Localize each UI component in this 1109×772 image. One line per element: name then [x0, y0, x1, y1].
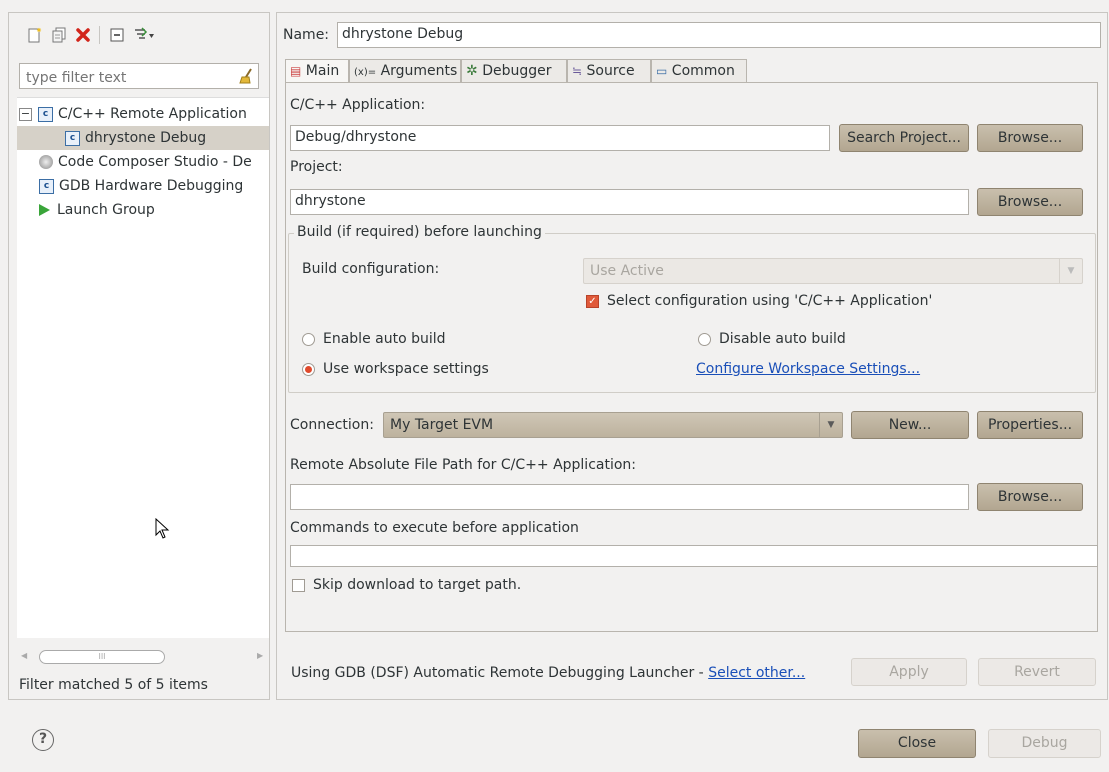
browse-project-button[interactable]: Browse...	[977, 188, 1083, 216]
project-field[interactable]: dhrystone	[290, 189, 969, 215]
tab-label: Common	[671, 63, 735, 79]
ccs-icon	[39, 155, 53, 169]
app-label: C/C++ Application:	[290, 97, 426, 113]
scroll-right-icon[interactable]: ▶	[257, 651, 263, 660]
toolbar-separator	[99, 26, 100, 44]
use-workspace-radio-row[interactable]: Use workspace settings	[302, 361, 489, 377]
build-config-select: Use Active ▼	[583, 258, 1083, 284]
tab-label: Debugger	[482, 63, 552, 79]
apply-button[interactable]: Apply	[851, 658, 967, 686]
scroll-left-icon[interactable]: ◀	[21, 651, 27, 660]
connection-value: My Target EVM	[390, 417, 494, 433]
new-launch-config-icon[interactable]	[27, 27, 43, 43]
disable-auto-build-label: Disable auto build	[719, 331, 846, 347]
browse-app-button[interactable]: Browse...	[977, 124, 1083, 152]
select-config-label: Select configuration using 'C/C++ Applic…	[607, 293, 933, 309]
tab-main[interactable]: ▤ Main	[285, 59, 349, 83]
collapse-toggle-icon[interactable]: −	[19, 107, 32, 121]
use-workspace-radio[interactable]	[302, 362, 315, 376]
tree-item-code-composer-studio[interactable]: Code Composer Studio - De	[17, 150, 269, 174]
tree-horizontal-scrollbar[interactable]: ◀ III ▶	[17, 649, 269, 664]
duplicate-icon[interactable]	[51, 27, 67, 43]
enable-auto-build-radio[interactable]	[302, 332, 315, 346]
tree-item-label: C/C++ Remote Application	[58, 106, 247, 122]
configure-workspace-link[interactable]: Configure Workspace Settings...	[696, 361, 920, 377]
help-icon[interactable]: ?	[32, 729, 54, 751]
commands-label: Commands to execute before application	[290, 520, 579, 536]
launcher-text: Using GDB (DSF) Automatic Remote Debuggi…	[291, 665, 709, 681]
launcher-info: Using GDB (DSF) Automatic Remote Debuggi…	[291, 665, 805, 681]
c-app-icon: c	[39, 178, 54, 194]
debug-button[interactable]: Debug	[988, 729, 1101, 758]
launch-config-editor-panel: Name: dhrystone Debug ▤ Main (x)= Argume…	[276, 12, 1108, 700]
build-config-value: Use Active	[590, 263, 664, 279]
debugger-icon: ✲	[466, 63, 478, 79]
disable-auto-build-radio[interactable]	[698, 332, 711, 346]
filter-input[interactable]	[19, 63, 259, 89]
commands-field[interactable]	[290, 545, 1098, 567]
project-label: Project:	[290, 159, 343, 175]
tree-item-label: dhrystone Debug	[85, 130, 207, 146]
clear-filter-broom-icon[interactable]	[237, 67, 255, 85]
tab-debugger[interactable]: ✲ Debugger	[461, 59, 567, 83]
skip-download-checkbox[interactable]	[292, 578, 305, 592]
filter-icon[interactable]	[133, 27, 155, 43]
main-tab-icon: ▤	[290, 64, 302, 78]
browse-remote-button[interactable]: Browse...	[977, 483, 1083, 511]
new-connection-button[interactable]: New...	[851, 411, 969, 439]
tab-arguments[interactable]: (x)= Arguments	[349, 59, 461, 83]
config-name-field[interactable]: dhrystone Debug	[337, 22, 1101, 48]
app-path-field[interactable]: Debug/dhrystone	[290, 125, 830, 151]
collapse-all-icon[interactable]	[109, 27, 125, 43]
common-icon: ▭	[656, 64, 668, 78]
tab-label: Source	[586, 63, 635, 79]
filter-status-text: Filter matched 5 of 5 items	[19, 677, 208, 693]
arguments-icon: (x)=	[354, 67, 377, 78]
skip-download-checkbox-row[interactable]: Skip download to target path.	[292, 577, 521, 593]
disable-auto-build-radio-row[interactable]: Disable auto build	[698, 331, 846, 347]
launch-icon	[39, 204, 50, 216]
enable-auto-build-label: Enable auto build	[323, 331, 446, 347]
c-app-icon: c	[38, 106, 53, 122]
scroll-thumb[interactable]: III	[39, 650, 165, 664]
tab-source[interactable]: ≒ Source	[567, 59, 651, 83]
tree-item-launch-group[interactable]: Launch Group	[17, 198, 269, 222]
tree-item-label: Launch Group	[57, 202, 155, 218]
revert-button[interactable]: Revert	[978, 658, 1096, 686]
tab-label: Main	[305, 63, 340, 79]
delete-icon[interactable]	[75, 27, 91, 43]
chevron-down-icon: ▼	[1059, 259, 1082, 283]
select-config-checkbox[interactable]: ✓	[586, 294, 599, 308]
launch-config-tree: − c C/C++ Remote Application c dhrystone De…	[17, 97, 269, 638]
build-group-label: Build (if required) before launching	[294, 224, 545, 240]
tree-item-label: Code Composer Studio - De	[58, 154, 252, 170]
tab-common[interactable]: ▭ Common	[651, 59, 747, 83]
tree-item-label: GDB Hardware Debugging	[59, 178, 244, 194]
connection-label: Connection:	[290, 417, 374, 433]
tree-item-c-remote-application[interactable]: − c C/C++ Remote Application	[17, 102, 269, 126]
use-workspace-label: Use workspace settings	[323, 361, 489, 377]
select-config-checkbox-row[interactable]: ✓ Select configuration using 'C/C++ Appli…	[586, 293, 932, 309]
connection-select[interactable]: My Target EVM ▼	[383, 412, 843, 438]
remote-path-field[interactable]	[290, 484, 969, 510]
source-icon: ≒	[572, 64, 583, 78]
tree-item-gdb-hardware-debugging[interactable]: c GDB Hardware Debugging	[17, 174, 269, 198]
connection-properties-button[interactable]: Properties...	[977, 411, 1083, 439]
build-config-label: Build configuration:	[302, 261, 440, 277]
skip-download-label: Skip download to target path.	[313, 577, 522, 593]
remote-path-label: Remote Absolute File Path for C/C++ Appl…	[290, 457, 637, 473]
enable-auto-build-radio-row[interactable]: Enable auto build	[302, 331, 446, 347]
launch-config-list-panel: −cC/C++ Remote Application cdhrystone De…	[8, 12, 270, 700]
name-label: Name:	[283, 27, 330, 43]
search-project-button[interactable]: Search Project...	[839, 124, 969, 152]
select-other-link[interactable]: Select other...	[708, 665, 805, 681]
tree-item-dhrystone-debug[interactable]: c dhrystone Debug	[17, 126, 269, 150]
tab-label: Arguments	[380, 63, 458, 79]
close-button[interactable]: Close	[858, 729, 976, 758]
c-app-icon: c	[65, 130, 80, 146]
mouse-cursor-icon	[155, 518, 170, 539]
chevron-down-icon[interactable]: ▼	[819, 413, 842, 437]
main-tab-content: C/C++ Application: Debug/dhrystone Searc…	[285, 82, 1098, 632]
